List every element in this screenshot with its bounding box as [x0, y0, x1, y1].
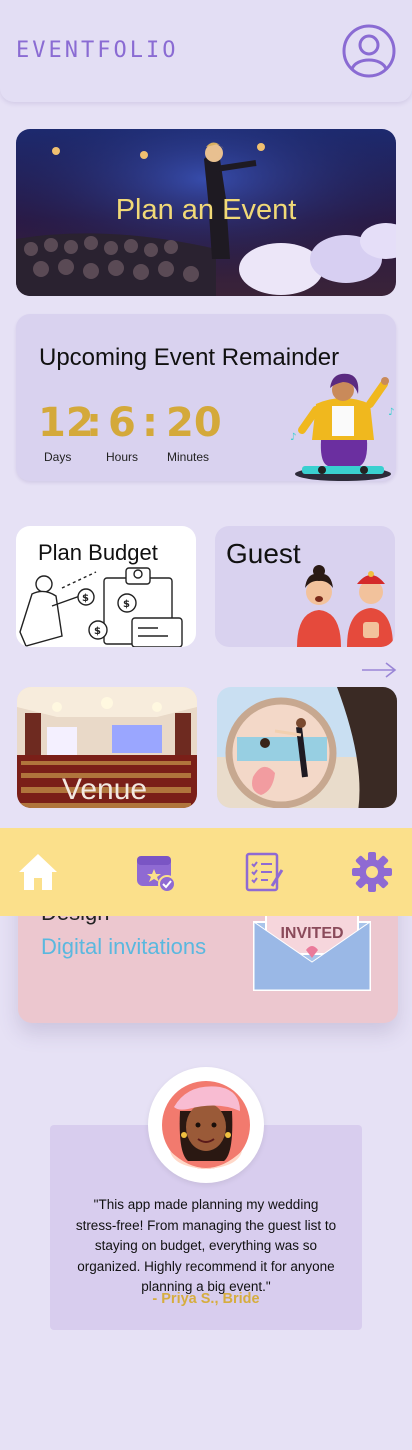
profile-icon[interactable] [342, 24, 396, 78]
guest-illustration [297, 565, 393, 647]
brand-logo[interactable]: EVENTFOLIO [16, 38, 178, 63]
testimonial-quote: "This app made planning my wedding stres… [75, 1197, 337, 1294]
separator: : [86, 400, 102, 446]
hours-label: Hours [106, 450, 139, 464]
svg-text:$: $ [123, 599, 130, 610]
hours-value: 6 [108, 400, 136, 446]
svg-text:♪: ♪ [290, 432, 296, 443]
photography-tile[interactable] [217, 687, 397, 808]
dj-illustration: ♪ ♪ [290, 373, 394, 481]
venue-tile[interactable]: Venue [17, 687, 197, 808]
testimonial-author: - Priya S., Bride [152, 1291, 260, 1307]
guest-label: Guest [226, 538, 301, 569]
bottom-tab-bar [0, 828, 412, 916]
next-arrow-icon[interactable] [360, 660, 398, 680]
venue-label: Venue [62, 773, 148, 806]
svg-text:$: $ [82, 593, 89, 604]
minutes-label: Minutes [167, 450, 210, 464]
gear-icon[interactable] [350, 850, 394, 894]
guest-tile[interactable]: Guest [215, 526, 395, 647]
reminder-title: Upcoming Event Remainder [39, 344, 340, 371]
reviewer-avatar [148, 1067, 264, 1183]
app-header: EVENTFOLIO [0, 0, 412, 102]
plan-budget-tile[interactable]: Plan Budget $ $ $ [16, 526, 196, 647]
event-reminder-card[interactable]: Upcoming Event Remainder 12 : 6 : 20 Day… [16, 314, 396, 481]
digital-invitations-link[interactable]: Digital invitations [41, 934, 206, 960]
checklist-icon[interactable] [242, 850, 286, 894]
svg-text:$: $ [94, 626, 101, 637]
minutes-value: 20 [166, 400, 222, 446]
separator: : [142, 400, 158, 446]
reviewer-portrait-illustration [162, 1081, 250, 1169]
couple-photo [217, 687, 397, 808]
svg-text:♪: ♪ [388, 407, 394, 418]
invited-badge: INVITED [280, 925, 343, 942]
calendar-star-icon[interactable] [134, 850, 178, 894]
home-icon[interactable] [16, 850, 60, 894]
days-label: Days [44, 450, 72, 464]
hero-title[interactable]: Plan an Event [0, 194, 412, 227]
budget-illustration: $ $ $ [19, 567, 183, 647]
budget-label: Plan Budget [38, 540, 158, 565]
